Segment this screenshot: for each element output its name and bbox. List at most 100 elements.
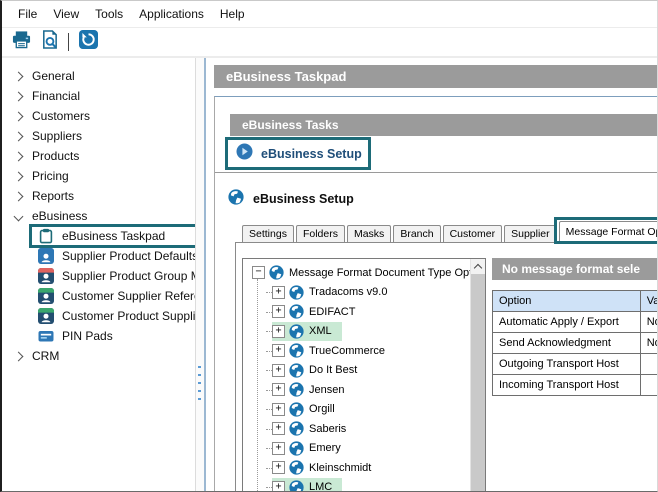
tree-item-kleinschmidt[interactable]: + Kleinschmidt xyxy=(266,458,469,478)
print-preview-icon xyxy=(40,30,59,54)
value-cell[interactable]: No xyxy=(639,311,657,333)
chevron-right-icon[interactable] xyxy=(13,131,24,141)
scroll-up-arrow-icon[interactable] xyxy=(471,259,485,274)
table-row[interactable]: Outgoing Transport Host xyxy=(492,353,657,375)
tree-item-emery[interactable]: + Emery xyxy=(266,439,469,459)
tree-item-tradacoms-v9-0[interactable]: + Tradacoms v9.0 xyxy=(266,283,469,303)
expand-icon[interactable]: + xyxy=(272,324,285,338)
sidebar-item-supplier-product-group-maps[interactable]: Supplier Product Group Maps xyxy=(2,266,195,286)
option-cell: Incoming Transport Host xyxy=(492,374,641,396)
tree-item-truecommerce[interactable]: + TrueCommerce xyxy=(266,341,469,361)
person-card-green-icon xyxy=(38,308,54,324)
menu-file[interactable]: File xyxy=(10,7,45,21)
chevron-right-icon[interactable] xyxy=(13,151,24,161)
chevron-down-icon[interactable] xyxy=(13,211,24,221)
menu-tools[interactable]: Tools xyxy=(87,7,131,21)
tree-connector-line xyxy=(257,279,258,491)
tab-message-format-options[interactable]: Message Format Options xyxy=(553,217,657,244)
tree-item-xml[interactable]: + XML xyxy=(266,321,469,342)
chevron-right-icon[interactable] xyxy=(13,351,24,361)
ebusiness-setup-task-button[interactable]: eBusiness Setup xyxy=(225,137,371,170)
expand-icon[interactable]: + xyxy=(272,363,285,377)
tab-bar: Settings Folders Masks Branch Customer Suppli… xyxy=(242,217,657,244)
splitter[interactable] xyxy=(195,58,206,491)
tab-folders[interactable]: Folders xyxy=(295,225,345,242)
menu-help[interactable]: Help xyxy=(212,7,253,21)
column-header-value: Value xyxy=(639,290,657,312)
globe-icon xyxy=(228,189,244,208)
sidebar-item-label: Customer Supplier Reference xyxy=(62,289,195,303)
tasks-region: eBusiness Tasks eBusiness Setup xyxy=(215,97,657,173)
sidebar-item-label: Financial xyxy=(32,89,81,103)
tree-scrollbar[interactable] xyxy=(470,259,485,491)
sidebar-item-supplier-product-defaults[interactable]: Supplier Product Defaults xyxy=(2,246,195,266)
tab-settings[interactable]: Settings xyxy=(242,225,294,242)
chevron-right-icon[interactable] xyxy=(13,171,24,181)
sidebar-item-suppliers[interactable]: Suppliers xyxy=(2,126,195,146)
globe-icon xyxy=(289,480,304,491)
value-cell[interactable] xyxy=(639,353,657,375)
setup-region: eBusiness Setup Settings Folders Masks Bran… xyxy=(215,173,657,491)
expand-icon[interactable]: + xyxy=(272,422,285,436)
chevron-right-icon[interactable] xyxy=(13,191,24,201)
table-row[interactable]: Send AcknowledgmentNo xyxy=(492,332,657,354)
expand-icon[interactable]: + xyxy=(272,383,285,397)
sidebar-item-ebusiness-taskpad[interactable]: eBusiness Taskpad xyxy=(2,224,195,248)
expand-icon[interactable]: + xyxy=(272,402,285,416)
tab-supplier[interactable]: Supplier xyxy=(504,225,557,242)
tree-item-do-it-best[interactable]: + Do It Best xyxy=(266,361,469,381)
expand-icon[interactable]: + xyxy=(272,461,285,475)
tree-item-jensen[interactable]: + Jensen xyxy=(266,380,469,400)
chevron-right-icon[interactable] xyxy=(13,111,24,121)
value-cell[interactable] xyxy=(639,374,657,396)
chevron-right-icon[interactable] xyxy=(13,71,24,81)
play-icon xyxy=(236,143,253,165)
value-cell[interactable]: No xyxy=(639,332,657,354)
tree-item-lmc[interactable]: + LMC xyxy=(266,477,469,491)
tree-item-orgill[interactable]: + Orgill xyxy=(266,400,469,420)
sidebar-item-financial[interactable]: Financial xyxy=(2,86,195,106)
print-preview-button[interactable] xyxy=(37,30,61,54)
sidebar-item-crm[interactable]: CRM xyxy=(2,346,195,366)
tree-item-saberis[interactable]: + Saberis xyxy=(266,419,469,439)
table-row[interactable]: Incoming Transport Host xyxy=(492,374,657,396)
sidebar-item-customer-supplier-reference[interactable]: Customer Supplier Reference xyxy=(2,286,195,306)
collapse-icon[interactable]: − xyxy=(252,266,265,280)
app-window: File View Tools Applications Help Genera… xyxy=(0,0,658,492)
print-button[interactable] xyxy=(9,31,33,53)
sidebar-item-products[interactable]: Products xyxy=(2,146,195,166)
tab-branch[interactable]: Branch xyxy=(393,225,441,242)
sidebar-item-label: Reports xyxy=(32,189,75,203)
sidebar-item-label: Supplier Product Defaults xyxy=(62,249,195,263)
refresh-button[interactable] xyxy=(76,30,100,53)
expand-icon[interactable]: + xyxy=(272,285,285,299)
sidebar-item-customers[interactable]: Customers xyxy=(2,106,195,126)
sidebar-item-ebusiness[interactable]: eBusiness xyxy=(2,206,195,226)
expand-icon[interactable]: + xyxy=(272,344,285,358)
menu-applications[interactable]: Applications xyxy=(131,7,212,21)
table-row[interactable]: Automatic Apply / ExportNo xyxy=(492,311,657,333)
sidebar-item-pin-pads[interactable]: PIN Pads xyxy=(2,326,195,346)
globe-icon xyxy=(289,285,304,300)
tab-masks[interactable]: Masks xyxy=(346,225,392,242)
expand-icon[interactable]: + xyxy=(272,305,285,319)
globe-icon xyxy=(289,460,304,475)
sidebar-item-label: General xyxy=(32,69,75,83)
expand-icon[interactable]: + xyxy=(272,441,285,455)
tree-item-edifact[interactable]: + EDIFACT xyxy=(266,302,469,322)
chevron-right-icon[interactable] xyxy=(13,91,24,101)
expand-icon[interactable]: + xyxy=(272,480,285,491)
person-card-blue-icon xyxy=(38,248,54,264)
tree-row-content: + Emery xyxy=(272,439,351,458)
sidebar-item-general[interactable]: General xyxy=(2,66,195,86)
tree-row-content: + Do It Best xyxy=(272,361,367,380)
sidebar-item-reports[interactable]: Reports xyxy=(2,186,195,206)
tree-item-message-format-document-type-optio[interactable]: − Message Format Document Type Optio xyxy=(252,263,481,283)
sidebar-item-pricing[interactable]: Pricing xyxy=(2,166,195,186)
tree-item-label: Message Format Document Type Optio xyxy=(289,266,481,279)
menu-view[interactable]: View xyxy=(45,7,87,21)
tree-row-content: + EDIFACT xyxy=(272,302,365,321)
sidebar-item-customer-product-supplier-ref[interactable]: Customer Product Supplier Ref xyxy=(2,306,195,326)
globe-icon xyxy=(289,441,304,456)
tab-customer[interactable]: Customer xyxy=(442,225,503,242)
